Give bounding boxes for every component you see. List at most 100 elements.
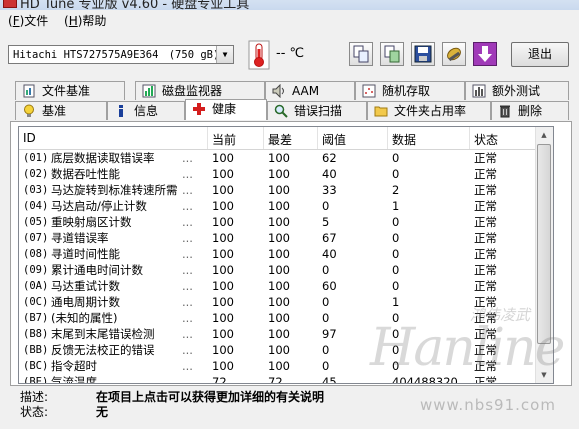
tab-disk-monitor[interactable]: 磁盘监视器 — [135, 81, 265, 100]
leader-dots: ... — [182, 215, 193, 229]
column-divider — [387, 127, 388, 149]
cell-name: 反馈无法校正的错误 — [51, 343, 155, 357]
table-row[interactable]: (09) 累计通电时间计数... 100 100 0 0 正常 — [19, 262, 539, 278]
cell-threshold: 40 — [322, 167, 337, 181]
cell-worst: 100 — [268, 183, 290, 197]
col-status[interactable]: 状态 — [474, 131, 498, 148]
tab-erase[interactable]: 删除 — [491, 101, 569, 120]
cell-name: 马达旋转到标准转速所需 — [51, 183, 178, 197]
tab-health[interactable]: 健康 — [185, 99, 267, 120]
cell-name: 气流温度 — [51, 375, 97, 384]
disk-monitor-icon — [142, 84, 156, 98]
cell-id: (03) — [23, 184, 49, 196]
cell-worst: 100 — [268, 327, 290, 341]
chevron-down-icon[interactable]: ▼ — [216, 46, 233, 63]
table-row[interactable]: (03) 马达旋转到标准转速所需... 100 100 33 2 正常 — [19, 182, 539, 198]
tab-folder-usage[interactable]: 文件夹占用率 — [367, 101, 491, 120]
cell-status: 正常 — [474, 167, 497, 181]
cell-threshold: 62 — [322, 151, 337, 165]
table-row[interactable]: (BB) 反馈无法校正的错误... 100 100 0 0 正常 — [19, 342, 539, 358]
tab-file-benchmark[interactable]: 文件基准 — [15, 81, 125, 100]
scroll-down-icon[interactable]: ▼ — [536, 367, 552, 383]
table-row[interactable]: (0C) 通电周期计数... 100 100 0 1 正常 — [19, 294, 539, 310]
col-data[interactable]: 数据 — [392, 131, 416, 148]
col-current[interactable]: 当前 — [212, 131, 236, 148]
cell-threshold: 0 — [322, 199, 330, 213]
table-row[interactable]: (B7) (未知的属性)... 100 100 0 0 正常 — [19, 310, 539, 326]
tab-aam[interactable]: AAM — [265, 81, 355, 100]
table-row[interactable]: (0A) 马达重试计数... 100 100 60 0 正常 — [19, 278, 539, 294]
tab-info[interactable]: 信息 — [107, 101, 185, 120]
copy-text-icon — [353, 45, 369, 63]
cell-status: 正常 — [474, 151, 497, 165]
cell-status: 正常 — [474, 263, 497, 277]
tab-extra-tests[interactable]: 额外测试 — [465, 81, 569, 100]
table-row[interactable]: (B8) 末尾到末尾错误检测... 100 100 97 0 正常 — [19, 326, 539, 342]
leader-dots: ... — [182, 295, 193, 309]
cell-name: 指令超时 — [51, 359, 97, 373]
col-worst[interactable]: 最差 — [268, 131, 292, 148]
cell-worst: 100 — [268, 247, 290, 261]
cell-worst: 100 — [268, 167, 290, 181]
cell-id: (0A) — [23, 280, 49, 292]
extra-tests-icon — [472, 84, 486, 98]
tab-label: 磁盘监视器 — [162, 84, 223, 98]
menu-bar: (F)文件 (H)帮助 — [0, 10, 579, 30]
tab-label: 文件基准 — [42, 84, 91, 98]
cell-threshold: 0 — [322, 295, 330, 309]
tab-benchmark[interactable]: 基准 — [15, 101, 107, 120]
table-row[interactable]: (BC) 指令超时... 100 100 0 0 正常 — [19, 358, 539, 374]
cell-current: 100 — [212, 359, 234, 373]
cell-threshold: 60 — [322, 279, 337, 293]
table-row[interactable]: (05) 重映射扇区计数... 100 100 5 0 正常 — [19, 214, 539, 230]
red-cross-icon — [193, 103, 205, 115]
description-area: 描述: 在项目上点击可以获得更加详细的有关说明 状态: 无 — [20, 388, 560, 428]
scroll-thumb[interactable] — [537, 144, 551, 344]
scroll-up-icon[interactable]: ▲ — [536, 127, 552, 143]
download-button[interactable] — [473, 42, 497, 66]
col-id[interactable]: ID — [23, 131, 36, 145]
smart-table[interactable]: ID 当前 最差 阈值 数据 状态 (01) 底层数据读取错误率... 100 100… — [18, 126, 554, 384]
col-threshold[interactable]: 阈值 — [322, 131, 346, 148]
leader-dots: ... — [182, 231, 193, 245]
cell-worst: 100 — [268, 263, 290, 277]
tab-random-access[interactable]: 随机存取 — [355, 81, 465, 100]
table-row[interactable]: (07) 寻道错误率... 100 100 67 0 正常 — [19, 230, 539, 246]
column-divider — [469, 127, 470, 149]
cell-worst: 100 — [268, 343, 290, 357]
tab-row-top: 文件基准 磁盘监视器 AAM 随机存取 额外测试 — [10, 81, 572, 101]
menu-help[interactable]: (H)帮助 — [64, 12, 106, 29]
save-button[interactable] — [411, 42, 435, 66]
cell-current: 100 — [212, 295, 234, 309]
cell-status: 正常 — [474, 343, 497, 357]
cell-threshold: 67 — [322, 231, 337, 245]
table-row[interactable]: (BE) 气流温度... 72 72 45 404488320 正常 — [19, 374, 539, 384]
leader-dots: ... — [182, 167, 193, 181]
temperature-readout: -- ℃ — [276, 46, 305, 61]
copy-screenshot-button[interactable] — [380, 42, 404, 66]
cell-name: 重映射扇区计数 — [51, 215, 132, 229]
cell-worst: 100 — [268, 295, 290, 309]
file-benchmark-icon — [23, 84, 35, 98]
drive-select[interactable]: Hitachi HTS727575A9E364 (750 gB) ▼ — [8, 45, 234, 64]
cell-current: 100 — [212, 199, 234, 213]
table-row[interactable]: (08) 寻道时间性能... 100 100 40 0 正常 — [19, 246, 539, 262]
cell-worst: 100 — [268, 279, 290, 293]
table-row[interactable]: (02) 数据吞吐性能... 100 100 40 0 正常 — [19, 166, 539, 182]
options-button[interactable] — [442, 42, 466, 66]
tab-error-scan[interactable]: 错误扫描 — [267, 101, 367, 120]
exit-button[interactable]: 退出 — [511, 42, 569, 67]
tab-label: 额外测试 — [492, 84, 541, 98]
copy-text-button[interactable] — [349, 42, 373, 66]
vertical-scrollbar[interactable]: ▲ ▼ — [535, 127, 553, 383]
table-row[interactable]: (04) 马达启动/停止计数... 100 100 0 1 正常 — [19, 198, 539, 214]
cell-name: (未知的属性) — [51, 311, 118, 325]
table-row[interactable]: (01) 底层数据读取错误率... 100 100 62 0 正常 — [19, 150, 539, 166]
random-access-icon — [362, 84, 376, 98]
menu-file[interactable]: (F)文件 — [8, 12, 48, 29]
cell-status: 正常 — [474, 231, 497, 245]
thermometer-icon — [248, 40, 270, 70]
cell-name: 寻道时间性能 — [51, 247, 120, 261]
cell-threshold: 97 — [322, 327, 337, 341]
leader-dots: ... — [182, 375, 193, 384]
